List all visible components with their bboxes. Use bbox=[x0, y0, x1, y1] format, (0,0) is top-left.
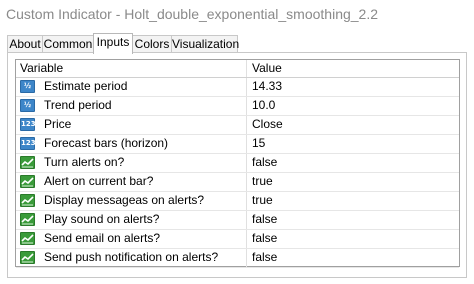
fraction-icon: ½ bbox=[20, 80, 35, 93]
table-row[interactable]: ½ Estimate period 14.33 bbox=[16, 78, 459, 97]
variable-value[interactable]: false bbox=[252, 249, 452, 266]
table-row[interactable]: 123 Forecast bars (horizon) 15 bbox=[16, 135, 459, 154]
tab-visualization[interactable]: Visualization bbox=[171, 35, 239, 52]
column-separator bbox=[246, 154, 247, 172]
table-row[interactable]: Alert on current bar? true bbox=[16, 173, 459, 192]
boolean-icon bbox=[20, 175, 35, 188]
boolean-icon bbox=[20, 232, 35, 245]
variable-value[interactable]: true bbox=[252, 173, 452, 190]
column-separator bbox=[246, 135, 247, 153]
column-separator[interactable] bbox=[246, 60, 247, 77]
table-header: Variable Value bbox=[16, 60, 459, 78]
variable-name: Turn alerts on? bbox=[44, 155, 125, 169]
window-titlebar: Custom Indicator - Holt_double_exponenti… bbox=[0, 0, 474, 30]
variable-value[interactable]: 10.0 bbox=[252, 97, 452, 114]
integer-icon: 123 bbox=[20, 137, 36, 150]
variable-value[interactable]: 14.33 bbox=[252, 78, 452, 95]
table-row[interactable]: Display messageas on alerts? true bbox=[16, 192, 459, 211]
window-title: Custom Indicator - Holt_double_exponenti… bbox=[6, 6, 379, 22]
table-row[interactable]: ½ Trend period 10.0 bbox=[16, 97, 459, 116]
column-separator bbox=[246, 211, 247, 229]
fraction-icon: ½ bbox=[20, 99, 35, 112]
column-separator bbox=[246, 249, 247, 267]
inputs-panel: Variable Value ½ Estimate period 14.33 ½ Tre… bbox=[7, 52, 467, 278]
variable-value[interactable]: true bbox=[252, 192, 452, 209]
table-row[interactable]: Play sound on alerts? false bbox=[16, 211, 459, 230]
variable-name: Estimate period bbox=[44, 79, 128, 93]
column-header-variable[interactable]: Variable bbox=[20, 60, 244, 77]
column-separator bbox=[246, 192, 247, 210]
tab-common[interactable]: Common bbox=[42, 35, 94, 52]
column-separator bbox=[246, 97, 247, 115]
variable-value[interactable]: false bbox=[252, 154, 452, 171]
variable-name: Alert on current bar? bbox=[44, 174, 154, 188]
column-separator bbox=[246, 230, 247, 248]
table-row[interactable]: Send email on alerts? false bbox=[16, 230, 459, 249]
integer-icon: 123 bbox=[20, 118, 36, 131]
column-separator bbox=[246, 173, 247, 191]
tab-about[interactable]: About bbox=[7, 35, 43, 52]
variable-name: Trend period bbox=[44, 98, 112, 112]
table-row[interactable]: Send push notification on alerts? false bbox=[16, 249, 459, 268]
boolean-icon bbox=[20, 251, 35, 264]
table-row[interactable]: 123 Price Close bbox=[16, 116, 459, 135]
inputs-table: Variable Value ½ Estimate period 14.33 ½ Tre… bbox=[15, 59, 460, 268]
variable-name: Send email on alerts? bbox=[44, 231, 161, 245]
table-row[interactable]: Turn alerts on? false bbox=[16, 154, 459, 173]
column-separator bbox=[246, 116, 247, 134]
variable-name: Display messageas on alerts? bbox=[44, 193, 205, 207]
variable-name: Price bbox=[44, 117, 72, 131]
variable-name: Send push notification on alerts? bbox=[44, 250, 219, 264]
tab-bar: About Common Inputs Colors Visualization bbox=[7, 33, 467, 54]
boolean-icon bbox=[20, 156, 35, 169]
variable-value[interactable]: false bbox=[252, 230, 452, 247]
variable-name: Forecast bars (horizon) bbox=[44, 136, 169, 150]
column-header-value[interactable]: Value bbox=[252, 60, 452, 77]
variable-value[interactable]: Close bbox=[252, 116, 452, 133]
boolean-icon bbox=[20, 213, 35, 226]
tab-inputs[interactable]: Inputs bbox=[93, 33, 133, 54]
variable-value[interactable]: 15 bbox=[252, 135, 452, 152]
boolean-icon bbox=[20, 194, 35, 207]
column-separator bbox=[246, 78, 247, 96]
variable-value[interactable]: false bbox=[252, 211, 452, 228]
tab-colors[interactable]: Colors bbox=[132, 35, 172, 52]
variable-name: Play sound on alerts? bbox=[44, 212, 160, 226]
